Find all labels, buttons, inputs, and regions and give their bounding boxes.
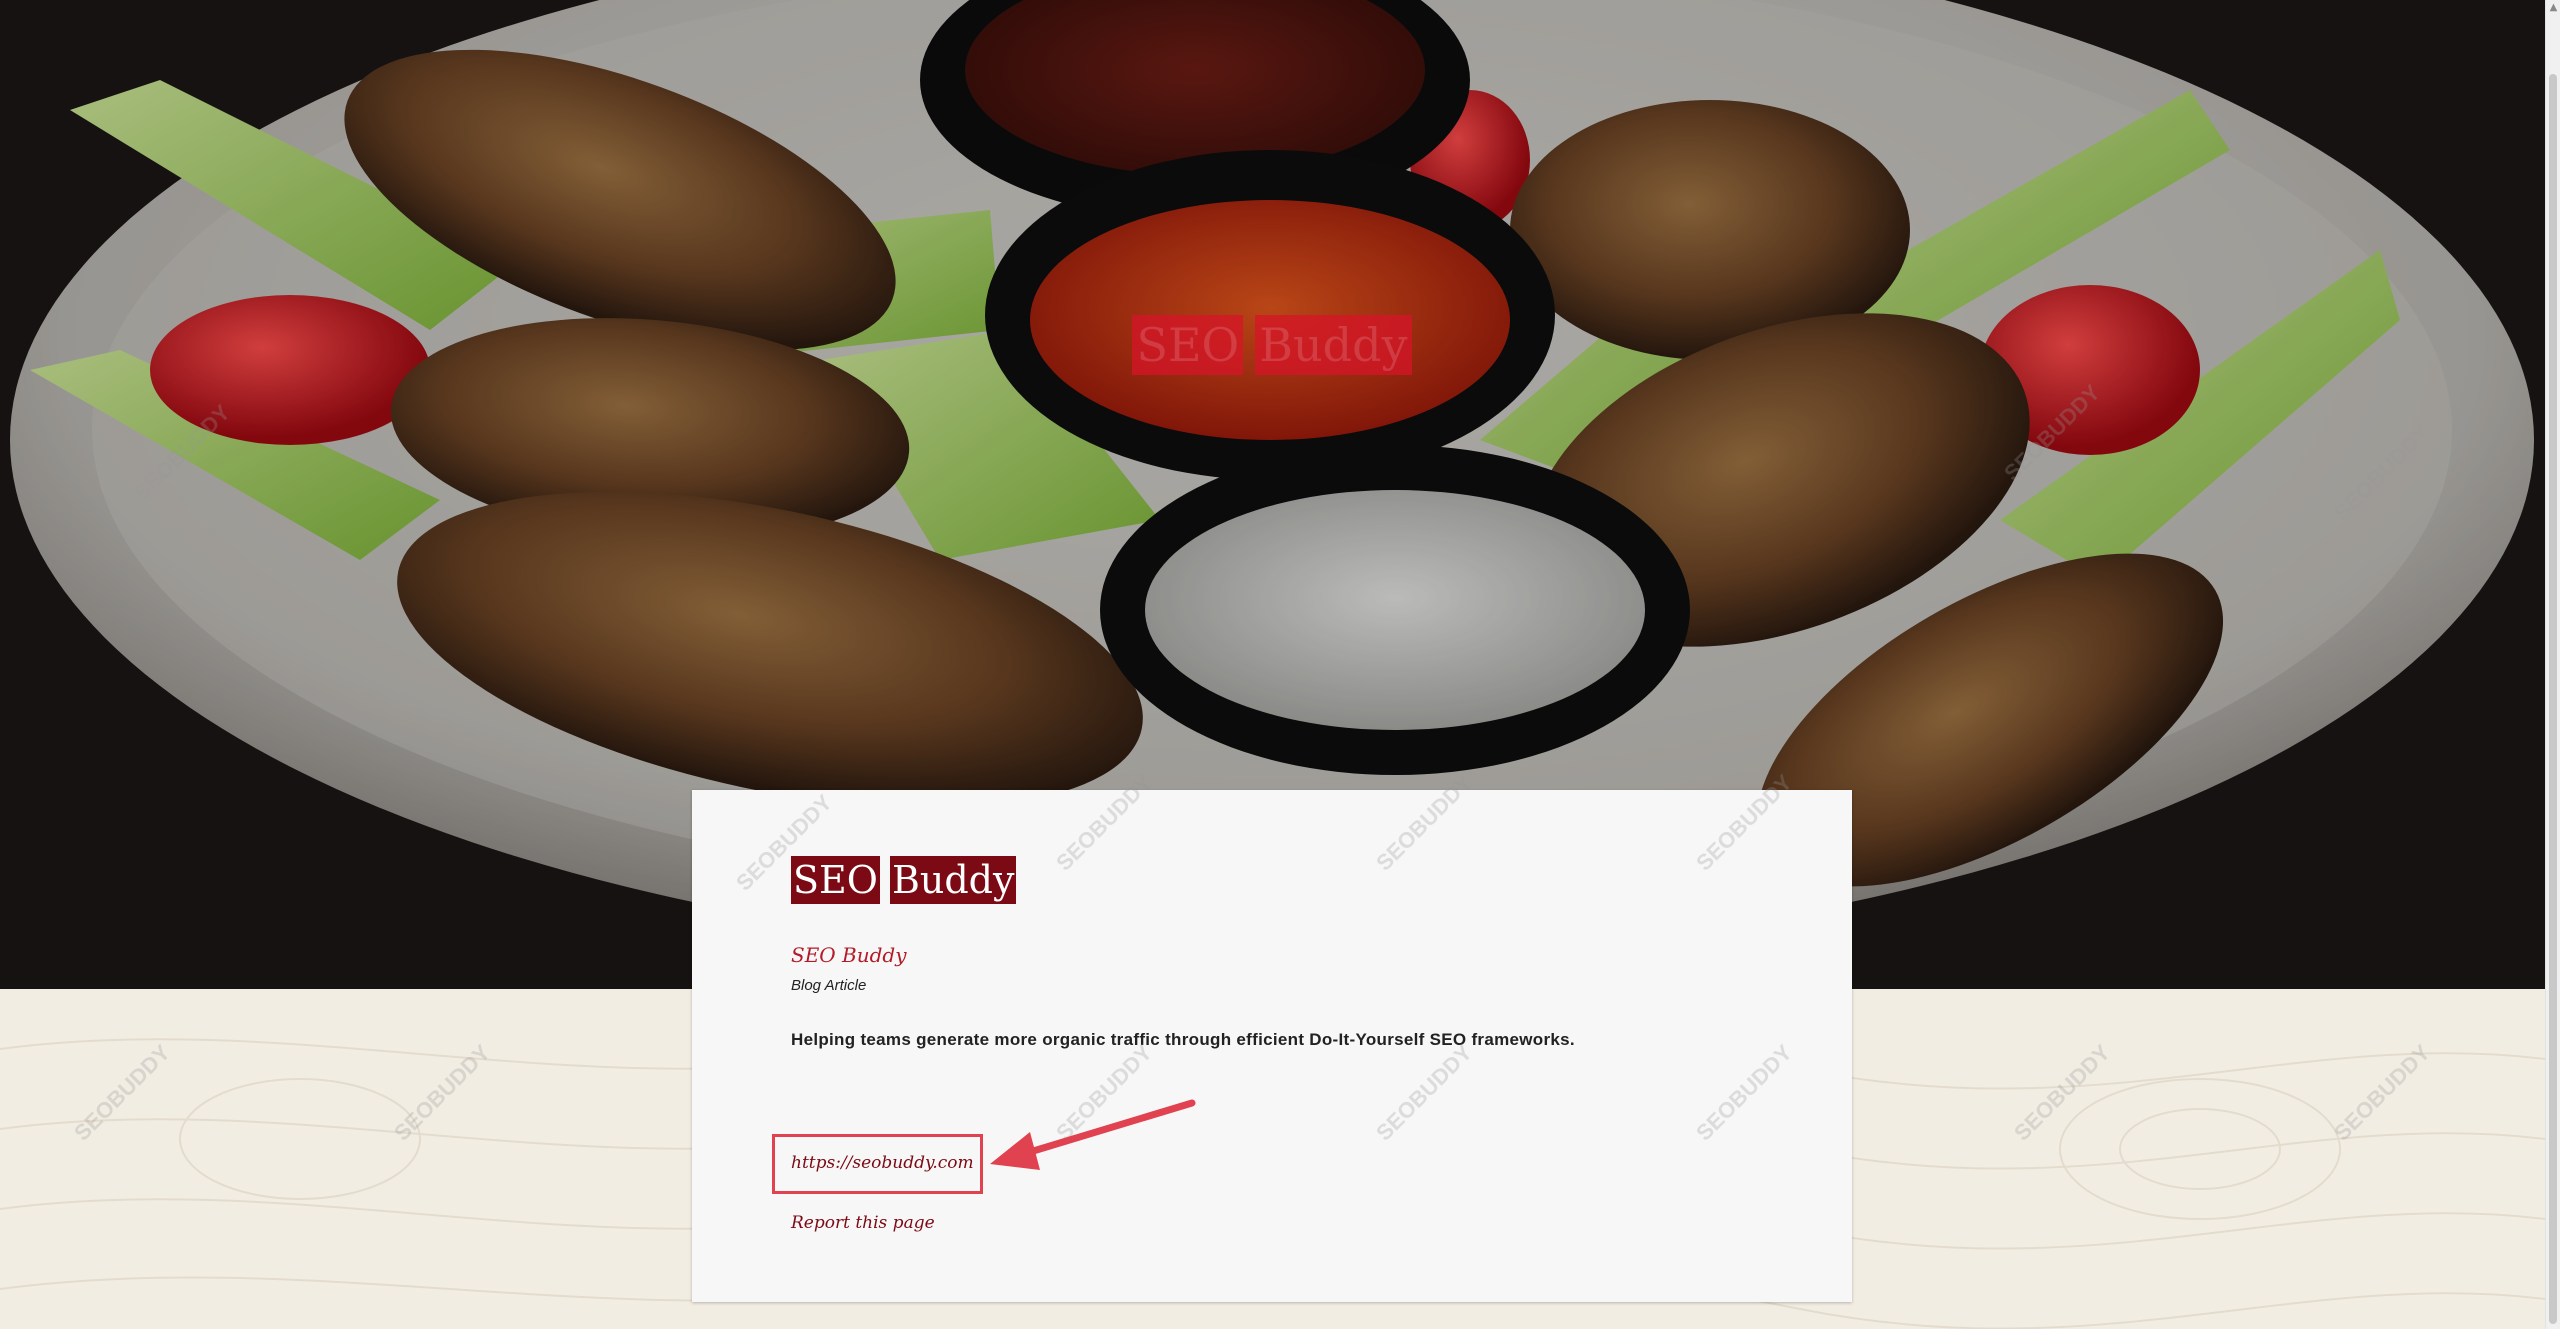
watermark: SEOBUDDY xyxy=(1051,1039,1157,1146)
watermark: SEOBUDDY xyxy=(1371,1039,1477,1146)
article-card: SEO Buddy SEO Buddy Blog Article Helping… xyxy=(692,770,1852,1302)
hero-overlay-title: SEO Buddy xyxy=(1120,312,1424,378)
scrollbar-thumb[interactable] xyxy=(2549,74,2557,1324)
hero-title-word: SEO xyxy=(1132,315,1244,375)
hero-title-word: Buddy xyxy=(1255,315,1412,375)
website-link[interactable]: https://seobuddy.com xyxy=(791,1153,974,1173)
title-word: SEO xyxy=(791,856,880,904)
title-word: Buddy xyxy=(889,856,1017,904)
scroll-up-arrow-icon[interactable]: ▲ xyxy=(2549,2,2558,14)
report-page-link[interactable]: Report this page xyxy=(791,1213,935,1233)
vertical-scrollbar[interactable]: ▲ xyxy=(2545,0,2560,1329)
watermark: SEOBUDDY xyxy=(1691,1039,1797,1146)
article-type: Blog Article xyxy=(791,977,867,994)
page-title: SEO Buddy xyxy=(791,856,1017,904)
author-name: SEO Buddy xyxy=(791,943,907,967)
article-description: Helping teams generate more organic traf… xyxy=(791,1030,1575,1049)
